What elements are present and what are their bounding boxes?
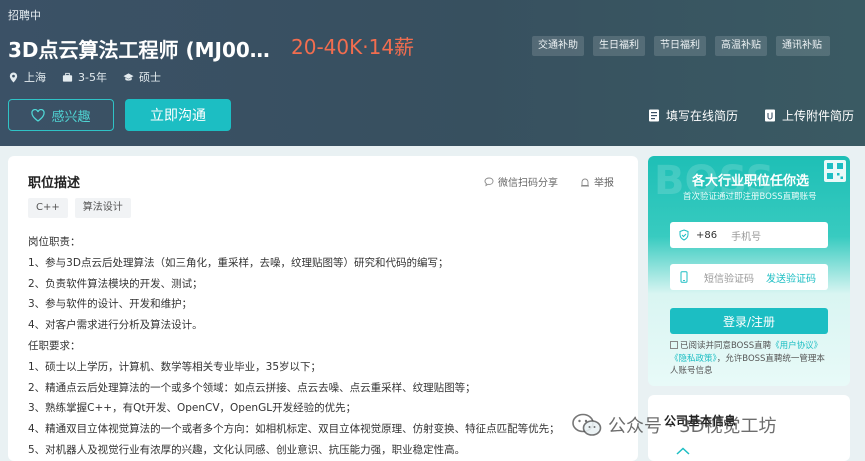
benefit-tag: 通讯补贴	[776, 36, 830, 56]
job-status: 招聘中	[8, 9, 41, 22]
description-line: 1、硕士以上学历，计算机、数学等相关专业毕业，35岁以下；	[28, 360, 322, 373]
description-line: 5、对机器人及视觉行业有浓厚的兴趣，文化认同感、创业意识、抗压能力强，职业稳定性…	[28, 443, 466, 456]
upload-resume-link[interactable]: 上传附件简历	[764, 107, 854, 124]
benefit-tag: 交通补助	[532, 36, 584, 56]
wechat-watermark: 公众号 · 3D视觉工坊	[572, 412, 776, 438]
job-meta: 上海 3-5年 硕士	[8, 69, 161, 85]
wechat-logo-icon	[572, 413, 602, 436]
description-line: 3、熟练掌握C++，有Qt开发、OpenCV，OpenGL开发经验的优先；	[28, 402, 357, 415]
job-description-text: 岗位职责： 1、参与3D点云后处理算法（如三角化，重采样，去噪，纹理贴图等）研究…	[28, 232, 628, 461]
experience-text: 3-5年	[78, 71, 107, 84]
share-label: 微信扫码分享	[498, 178, 558, 189]
sms-code-field[interactable]: 短信验证码 发送验证码	[670, 264, 828, 290]
skill-tag: 算法设计	[74, 198, 131, 218]
login-card: BOSS 各大行业职位任你选 首次验证通过即注册BOSS直聘账号 +86 手机号…	[648, 156, 850, 386]
alert-icon	[581, 178, 589, 186]
user-agreement-link[interactable]: 《用户协议》	[771, 341, 822, 351]
privacy-policy-link[interactable]: 《隐私政策》	[670, 354, 717, 364]
chat-now-button[interactable]: 立即沟通	[125, 99, 231, 131]
login-register-button[interactable]: 登录/注册	[670, 308, 828, 334]
meta-location: 上海	[8, 69, 46, 85]
description-line: 任职要求：	[28, 339, 81, 352]
resume-form-icon	[649, 109, 659, 122]
job-title: 3D点云算法工程师 (MJ00…	[8, 38, 270, 62]
description-line: 3、参与软件的设计、开发和维护；	[28, 298, 193, 311]
watermark-text: 公众号 · 3D视觉工坊	[608, 416, 777, 437]
description-line: 2、精通点云后处理算法的一个或多个领域：如点云拼接、点云去噪、点云重采样、纹理贴…	[28, 381, 476, 394]
description-line: 2、负责软件算法模块的开发、测试；	[28, 277, 203, 290]
description-line: 4、对客户需求进行分析及算法设计。	[28, 319, 203, 332]
job-description-card: 职位描述 微信扫码分享 举报 C++ 算法设计 岗位职责： 1、参与3D点云后处…	[8, 156, 638, 461]
briefcase-icon	[62, 72, 73, 82]
chevron-up-icon[interactable]	[676, 447, 690, 455]
description-line: 4、精通双目立体视觉算法的一个或者多个方向：如相机标定、双目立体视觉原理、仿射变…	[28, 423, 560, 436]
phone-icon	[680, 271, 688, 283]
location-pin-icon	[9, 71, 18, 83]
online-resume-link[interactable]: 填写在线简历	[648, 107, 738, 124]
phone-field[interactable]: +86 手机号	[670, 222, 828, 248]
shield-icon	[679, 229, 689, 241]
wechat-share-link[interactable]: 微信扫码分享	[484, 174, 558, 189]
qr-code-icon[interactable]	[824, 160, 846, 182]
location-text: 上海	[24, 71, 46, 84]
heart-icon	[31, 108, 46, 122]
agreement-text: 已阅读并同意BOSS直聘《用户协议》《隐私政策》，允许BOSS直聘统一管理本人账…	[670, 340, 830, 378]
login-title: 各大行业职位任你选	[692, 174, 810, 189]
salary: 20-40K·14薪	[291, 35, 415, 59]
graduation-cap-icon	[123, 72, 134, 81]
attachment-file-icon	[765, 109, 775, 122]
agree-checkbox[interactable]	[670, 341, 678, 349]
meta-education: 硕士	[123, 69, 161, 85]
description-line: 岗位职责：	[28, 236, 81, 248]
benefit-tag: 节日福利	[654, 36, 706, 56]
job-header: 招聘中 3D点云算法工程师 (MJ00… 20-40K·14薪 交通补助 生日福…	[0, 0, 865, 146]
description-line: 1、参与3D点云后处理算法（如三角化，重采样，去噪，纹理贴图等）研究和代码的编写…	[28, 256, 449, 269]
country-code[interactable]: +86	[696, 230, 717, 241]
report-link[interactable]: 举报	[580, 174, 614, 189]
section-title: 职位描述	[28, 176, 81, 191]
skill-tag: C++	[28, 198, 68, 218]
phone-placeholder: 手机号	[731, 231, 762, 243]
skill-tags: C++ 算法设计	[28, 198, 131, 218]
interest-label: 感兴趣	[51, 109, 91, 125]
online-resume-label: 填写在线简历	[666, 109, 739, 123]
chat-bubble-icon	[484, 177, 494, 186]
report-label: 举报	[594, 178, 614, 189]
interest-button[interactable]: 感兴趣	[8, 99, 114, 131]
login-subtitle: 首次验证通过即注册BOSS直聘账号	[683, 192, 817, 202]
education-text: 硕士	[138, 71, 161, 84]
send-code-button[interactable]: 发送验证码	[766, 270, 816, 285]
benefit-tag: 高温补贴	[715, 36, 767, 56]
code-placeholder: 短信验证码	[704, 273, 754, 285]
benefit-tag: 生日福利	[593, 36, 645, 56]
meta-experience: 3-5年	[62, 69, 107, 85]
benefit-tags: 交通补助 生日福利 节日福利 高温补贴 通讯补贴	[532, 36, 830, 56]
agree-prefix: 已阅读并同意BOSS直聘	[680, 341, 772, 351]
upload-resume-label: 上传附件简历	[782, 109, 855, 123]
